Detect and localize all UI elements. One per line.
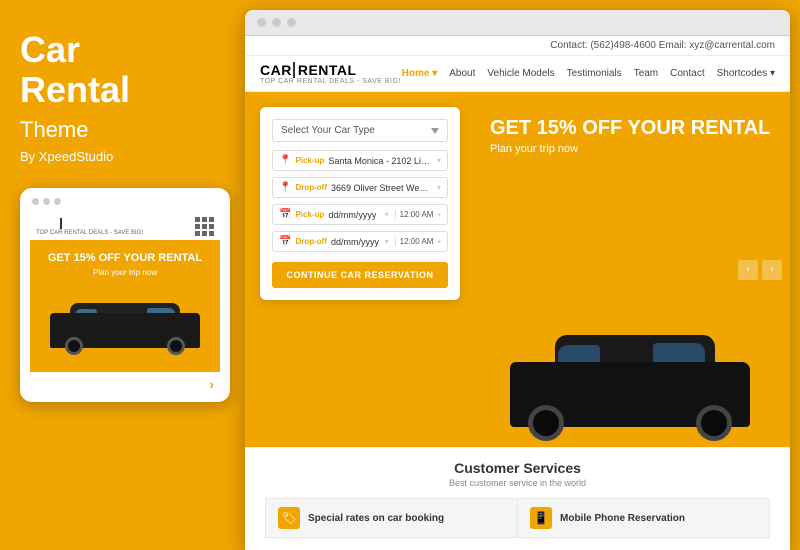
dropoff-date-arrow: ▾ xyxy=(385,237,389,246)
dot-2 xyxy=(43,198,50,205)
mobile-mockup: CARRENTAL TOP CAR RENTAL DEALS - SAVE BI… xyxy=(20,188,230,402)
cs-item-2: 📱 Mobile Phone Reservation xyxy=(517,498,770,538)
pickup-date-arrow: ▾ xyxy=(385,210,389,219)
browser-chrome xyxy=(245,10,790,36)
pickup-time-arrow: ▾ xyxy=(437,211,441,219)
pickup-location-row[interactable]: 📍 Pick-up Santa Monica - 2102 Lincoln Bl… xyxy=(272,150,448,171)
mobile-hero-title: GET 15% OFF YOUR RENTAL xyxy=(40,252,210,265)
hero-next-button[interactable]: › xyxy=(762,260,782,280)
pickup-date-icon: 📅 xyxy=(279,209,291,220)
hero-car-wheel-left xyxy=(528,405,564,441)
car-shape xyxy=(45,285,205,360)
hero-car-wheel-right xyxy=(696,405,732,441)
customer-services-section: Customer Services Best customer service … xyxy=(245,447,790,550)
left-title: CarRental xyxy=(20,30,225,109)
cs-item-1-text: Special rates on car booking xyxy=(308,513,444,524)
pickup-date-label: Pick-up xyxy=(295,210,324,219)
dropoff-location-row[interactable]: 📍 Drop-off 3669 Oliver Street Wedgwood T… xyxy=(272,177,448,198)
mobile-car-image xyxy=(45,285,205,360)
chrome-dot-1 xyxy=(257,18,266,27)
cs-item-1: 🏷 Special rates on car booking xyxy=(265,498,517,538)
nav-testimonials[interactable]: Testimonials xyxy=(567,68,622,79)
dropoff-date-icon: 📅 xyxy=(279,236,291,247)
nav-team[interactable]: Team xyxy=(634,68,658,79)
hero-section: Select Your Car Type 📍 Pick-up Santa Mon… xyxy=(245,92,790,447)
browser-mockup: Contact: (562)498-4600 Email: xyz@carren… xyxy=(245,10,790,550)
car-type-select[interactable]: Select Your Car Type xyxy=(272,119,448,142)
left-subtitle: Theme xyxy=(20,117,225,143)
pickup-location-arrow: ▾ xyxy=(437,156,441,165)
pickup-date-value: dd/mm/yyyy xyxy=(328,210,380,220)
cs-title: Customer Services xyxy=(265,460,770,476)
mobile-top-dots xyxy=(30,198,220,205)
dropoff-date-value: dd/mm/yyyy xyxy=(331,237,381,247)
nav-home[interactable]: Home ▾ xyxy=(402,68,438,79)
left-panel: CarRental Theme By XpeedStudio CARRENTAL… xyxy=(0,0,245,550)
hero-prev-button[interactable]: ‹ xyxy=(738,260,758,280)
hero-subtitle: Plan your trip now xyxy=(490,143,775,155)
dropoff-time-value: 12:00 AM xyxy=(395,237,434,246)
chrome-dot-3 xyxy=(287,18,296,27)
mobile-hero: GET 15% OFF YOUR RENTAL Plan your trip n… xyxy=(30,240,220,372)
dropoff-location-arrow: ▾ xyxy=(437,183,441,192)
nav-vehicles[interactable]: Vehicle Models xyxy=(487,68,554,79)
mobile-logo: CARRENTAL TOP CAR RENTAL DEALS - SAVE BI… xyxy=(36,218,143,236)
mobile-hero-sub: Plan your trip now xyxy=(40,268,210,277)
nav-shortcodes[interactable]: Shortcodes ▾ xyxy=(717,68,775,79)
hero-navigation: ‹ › xyxy=(738,260,790,280)
nav-logo-text: CARRENTAL xyxy=(260,62,401,78)
site-topbar: Contact: (562)498-4600 Email: xyz@carren… xyxy=(245,36,790,56)
mobile-logo-sub: TOP CAR RENTAL DEALS - SAVE BIG! xyxy=(36,230,143,236)
pickup-location-label: Pick-up xyxy=(295,156,324,165)
dot-3 xyxy=(54,198,61,205)
pickup-location-icon: 📍 xyxy=(279,155,291,166)
mobile-grid-icon xyxy=(195,217,214,236)
continue-reservation-button[interactable]: CONTINUE CAR RESERVATION xyxy=(272,262,448,288)
left-by: By XpeedStudio xyxy=(20,149,225,164)
nav-contact[interactable]: Contact xyxy=(670,68,704,79)
hero-car-image xyxy=(500,297,760,447)
cs-items: 🏷 Special rates on car booking 📱 Mobile … xyxy=(265,498,770,538)
dropoff-location-value: 3669 Oliver Street Wedgwood Texa xyxy=(331,183,433,193)
nav-logo: CARRENTAL TOP CAR RENTAL DEALS - SAVE BI… xyxy=(260,62,401,85)
dot-1 xyxy=(32,198,39,205)
nav-about[interactable]: About xyxy=(449,68,475,79)
reservation-form: Select Your Car Type 📍 Pick-up Santa Mon… xyxy=(260,107,460,300)
hero-title: GET 15% OFF YOUR RENTAL xyxy=(490,117,775,139)
cs-item-2-text: Mobile Phone Reservation xyxy=(560,513,685,524)
mobile-next-arrow[interactable]: › xyxy=(30,372,220,392)
pickup-date-row[interactable]: 📅 Pick-up dd/mm/yyyy ▾ 12:00 AM ▾ xyxy=(272,204,448,225)
car-wheel-right xyxy=(167,337,185,355)
special-rates-icon: 🏷 xyxy=(278,507,300,529)
pickup-location-value: Santa Monica - 2102 Lincoln Blvd xyxy=(328,156,433,166)
pickup-time-value: 12:00 AM xyxy=(395,210,434,219)
mobile-logo-text: CARRENTAL xyxy=(36,218,143,229)
dropoff-location-icon: 📍 xyxy=(279,182,291,193)
mobile-reservation-icon: 📱 xyxy=(530,507,552,529)
chrome-dot-2 xyxy=(272,18,281,27)
dropoff-date-label: Drop-off xyxy=(295,237,327,246)
site-nav: CARRENTAL TOP CAR RENTAL DEALS - SAVE BI… xyxy=(245,56,790,92)
dropoff-location-label: Drop-off xyxy=(295,183,327,192)
nav-logo-sub: TOP CAR RENTAL DEALS - SAVE BIG! xyxy=(260,78,401,85)
nav-links: Home ▾ About Vehicle Models Testimonials… xyxy=(402,68,775,79)
dropoff-date-row[interactable]: 📅 Drop-off dd/mm/yyyy ▾ 12:00 AM ▾ xyxy=(272,231,448,252)
dropoff-time-arrow: ▾ xyxy=(437,238,441,246)
topbar-contact: Contact: (562)498-4600 Email: xyz@carren… xyxy=(550,40,775,51)
mobile-logo-bar: CARRENTAL TOP CAR RENTAL DEALS - SAVE BI… xyxy=(30,213,220,240)
cs-subtitle: Best customer service in the world xyxy=(265,478,770,488)
car-wheel-left xyxy=(65,337,83,355)
